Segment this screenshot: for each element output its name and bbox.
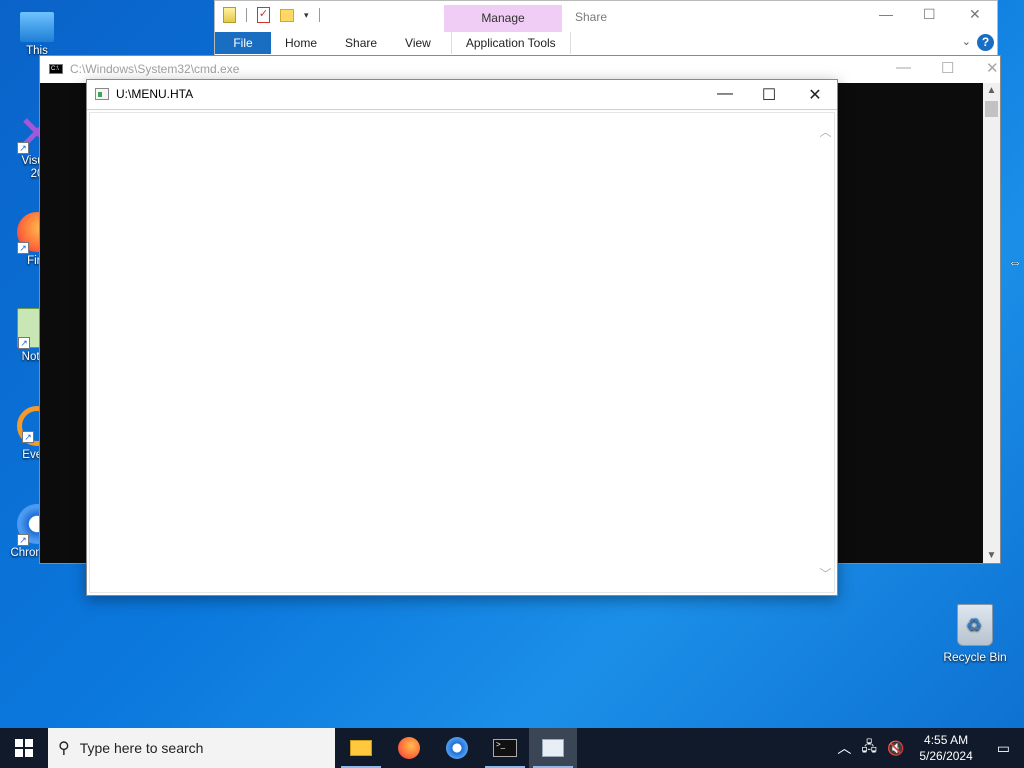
hta-title: U:\MENU.HTA <box>116 87 194 101</box>
firefox-icon <box>398 737 420 759</box>
cmd-icon: >_ <box>493 739 517 757</box>
file-explorer-icon <box>350 740 372 756</box>
hta-scrollbar[interactable]: ︿ ﹀ <box>817 113 834 592</box>
hta-window[interactable]: U:\MENU.HTA — ☐ ✕ ︿ ﹀ <box>86 79 838 596</box>
maximize-icon[interactable]: ☐ <box>941 59 954 77</box>
tab-view[interactable]: View <box>391 32 445 54</box>
scroll-up-icon[interactable]: ︿ <box>817 123 834 140</box>
recycle-bin-label: Recycle Bin <box>943 650 1007 664</box>
recycle-bin-icon <box>957 604 993 646</box>
close-icon[interactable]: ✕ <box>986 59 999 77</box>
customize-qat-icon[interactable]: ▾ <box>304 10 309 21</box>
shortcut-arrow-icon: ↗ <box>18 337 30 349</box>
quick-access-toolbar: ✓ ▾ <box>223 7 320 23</box>
shortcut-arrow-icon: ↗ <box>17 142 29 154</box>
hta-titlebar[interactable]: U:\MENU.HTA — ☐ ✕ <box>87 80 837 110</box>
cmd-scrollbar[interactable]: ▲ ▼ <box>983 83 1000 563</box>
taskbar-chromium[interactable] <box>433 728 481 768</box>
clock-date: 5/26/2024 <box>919 749 973 763</box>
clock-time: 4:55 AM <box>924 733 969 747</box>
desktop-icon-this-pc[interactable]: This <box>4 10 70 58</box>
shortcut-arrow-icon: ↗ <box>22 431 34 443</box>
checkmark-icon[interactable]: ✓ <box>257 7 270 23</box>
taskbar: ⚲ Type here to search >_ ︿ 🖧 🔇 4:55 AM 5… <box>0 728 1024 768</box>
hta-content-area[interactable]: ︿ ﹀ <box>89 112 835 593</box>
help-icon[interactable]: ? <box>977 34 994 51</box>
maximize-icon[interactable]: ☐ <box>923 6 936 23</box>
tab-home[interactable]: Home <box>271 32 331 54</box>
tab-share[interactable]: Share <box>331 32 391 54</box>
network-icon[interactable]: 🖧 <box>856 736 882 760</box>
cmd-icon: C:\ <box>49 64 63 74</box>
close-icon[interactable]: ✕ <box>969 6 981 23</box>
ribbon-tabs: File Home Share View Application Tools <box>215 32 571 54</box>
chromium-icon <box>446 737 468 759</box>
search-placeholder: Type here to search <box>79 740 204 756</box>
show-hidden-icons-icon[interactable]: ︿ <box>832 738 856 758</box>
search-icon: ⚲ <box>58 740 70 757</box>
taskbar-hta[interactable] <box>529 728 577 768</box>
hta-app-icon <box>95 88 109 100</box>
start-button[interactable] <box>0 728 48 768</box>
tab-application-tools[interactable]: Application Tools <box>450 32 571 54</box>
expand-ribbon-icon[interactable]: ⌄ <box>962 35 971 48</box>
this-pc-icon <box>20 12 54 42</box>
minimize-icon[interactable]: — <box>896 59 911 76</box>
taskbar-cmd[interactable]: >_ <box>481 728 529 768</box>
notifications-icon[interactable]: ▭ <box>983 740 1024 757</box>
scroll-down-icon[interactable]: ﹀ <box>817 565 834 582</box>
minimize-icon[interactable]: — <box>703 85 747 103</box>
new-folder-icon[interactable] <box>280 8 294 22</box>
tab-file[interactable]: File <box>215 32 271 54</box>
clock[interactable]: 4:55 AM 5/26/2024 <box>909 732 982 764</box>
taskbar-file-explorer[interactable] <box>337 728 385 768</box>
cmd-title: C:\Windows\System32\cmd.exe <box>70 62 240 76</box>
window-title-share: Share <box>575 10 608 24</box>
context-tab-manage[interactable]: Manage <box>444 5 562 32</box>
close-icon[interactable]: ✕ <box>793 85 837 105</box>
search-box[interactable]: ⚲ Type here to search <box>48 728 335 768</box>
scroll-down-icon[interactable]: ▼ <box>983 550 1000 561</box>
windows-logo-icon <box>15 739 33 757</box>
hta-app-icon <box>542 739 564 757</box>
scroll-up-icon[interactable]: ▲ <box>983 85 1000 96</box>
taskbar-firefox[interactable] <box>385 728 433 768</box>
system-tray: ︿ 🖧 🔇 4:55 AM 5/26/2024 ▭ <box>832 728 1024 768</box>
properties-icon[interactable] <box>223 7 236 23</box>
volume-muted-icon[interactable]: 🔇 <box>882 740 909 757</box>
minimize-icon[interactable]: — <box>879 6 893 22</box>
resize-cursor-icon: ⇔ <box>1008 254 1022 270</box>
shortcut-arrow-icon: ↗ <box>17 242 29 254</box>
scroll-thumb[interactable] <box>985 101 998 117</box>
shortcut-arrow-icon: ↗ <box>17 534 29 546</box>
maximize-icon[interactable]: ☐ <box>747 85 791 105</box>
desktop-icon-recycle-bin[interactable]: Recycle Bin <box>938 604 1012 664</box>
file-explorer-window[interactable]: ✓ ▾ Manage Share — ☐ ✕ File Home Share V… <box>214 0 998 60</box>
